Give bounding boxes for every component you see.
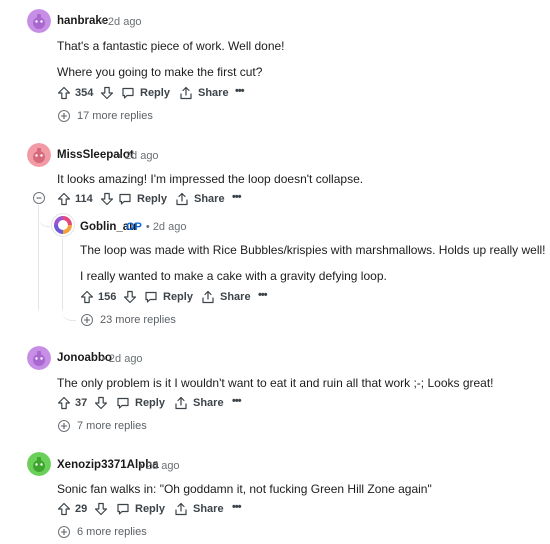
share-button[interactable]: Share [201,290,251,304]
more-replies-link[interactable]: 7 more replies [58,420,147,432]
more-replies-link[interactable]: 17 more replies [58,110,153,122]
upvote-icon[interactable] [57,396,71,410]
comment-text-line-1: The loop was made with Rice Bubbles/kris… [80,243,546,257]
expand-plus-icon [58,110,70,122]
comment-text-line-1: It looks amazing! I'm impressed the loop… [57,172,364,186]
downvote-icon[interactable] [100,86,114,100]
vote-bar: 156 [80,290,137,304]
share-button[interactable]: Share [175,192,225,206]
more-replies-label: 23 more replies [100,314,176,326]
upvote-icon[interactable] [57,192,71,206]
avatar[interactable] [27,143,51,167]
vote-bar: 37 [57,396,108,410]
comment-text-line-1: The only problem is it I wouldn't want t… [57,376,494,390]
expand-plus-icon [81,314,93,326]
comment-text-line-1: That's a fantastic piece of work. Well d… [57,39,285,53]
reply-meta: OP • 2d ago [126,221,186,233]
more-options-button[interactable]: ••• [232,501,242,513]
more-options-button[interactable]: ••• [232,191,242,203]
thread-connector [38,210,50,227]
downvote-icon[interactable] [100,192,114,206]
timestamp: • 2d ago [102,353,143,365]
reply-button[interactable]: Reply [116,502,165,516]
share-icon [174,502,188,516]
upvote-icon[interactable] [57,502,71,516]
share-label: Share [194,193,225,205]
vote-count: 354 [75,87,94,99]
share-button[interactable]: Share [179,86,229,100]
more-options-button[interactable]: ••• [258,289,268,301]
more-replies-link[interactable]: 23 more replies [81,314,176,326]
more-replies-link[interactable]: 6 more replies [58,526,147,538]
timestamp: • 2d ago [145,221,187,233]
upvote-icon[interactable] [80,290,94,304]
collapse-thread-button[interactable] [33,192,45,204]
vote-bar: 29 [57,502,108,516]
reply-label: Reply [135,503,165,515]
op-badge: OP [126,221,142,233]
downvote-icon[interactable] [123,290,137,304]
vote-bar: 114 [57,192,114,206]
vote-count: 29 [75,503,88,515]
vote-count: 156 [98,291,117,303]
share-icon [201,290,215,304]
reply-label: Reply [135,397,165,409]
avatar[interactable] [27,452,51,476]
upvote-icon[interactable] [57,86,71,100]
reply-button[interactable]: Reply [121,86,170,100]
share-icon [175,192,189,206]
comment-text-line-2: Where you going to make the first cut? [57,65,263,79]
comment-icon [144,290,158,304]
vote-bar: 354 [57,86,114,100]
vote-count: 114 [75,193,93,205]
downvote-icon[interactable] [94,396,108,410]
share-button[interactable]: Share [174,502,224,516]
comment-icon [116,502,130,516]
share-button[interactable]: Share [174,396,224,410]
share-label: Share [198,87,229,99]
comment-icon [121,86,135,100]
more-replies-label: 7 more replies [77,420,147,432]
more-options-button[interactable]: ••• [235,85,245,97]
timestamp: • 2d ago [101,16,142,28]
expand-plus-icon [58,420,70,432]
comment-text-line-2: I really wanted to make a cake with a gr… [80,269,387,283]
more-options-button[interactable]: ••• [232,395,242,407]
avatar[interactable] [27,9,51,33]
reply-label: Reply [140,87,170,99]
avatar[interactable] [27,346,51,370]
downvote-icon[interactable] [94,502,108,516]
comment-text-line-1: Sonic fan walks in: "Oh goddamn it, not … [57,482,432,496]
reply-button[interactable]: Reply [118,192,167,206]
reply-button[interactable]: Reply [144,290,193,304]
avatar[interactable] [51,213,75,237]
vote-count: 37 [75,397,88,409]
reply-button[interactable]: Reply [116,396,165,410]
comment-icon [116,396,130,410]
share-label: Share [193,397,224,409]
expand-plus-icon [58,526,70,538]
share-label: Share [220,291,251,303]
timestamp: • 2d ago [118,150,159,162]
reply-label: Reply [163,291,193,303]
timestamp: • 2d ago [139,460,180,472]
comment-icon [118,192,132,206]
more-replies-label: 6 more replies [77,526,147,538]
collapse-minus-icon [36,197,42,199]
thread-line [62,238,63,310]
share-icon [174,396,188,410]
reply-label: Reply [137,193,167,205]
more-replies-label: 17 more replies [77,110,153,122]
share-label: Share [193,503,224,515]
share-icon [179,86,193,100]
thread-connector [62,302,76,321]
